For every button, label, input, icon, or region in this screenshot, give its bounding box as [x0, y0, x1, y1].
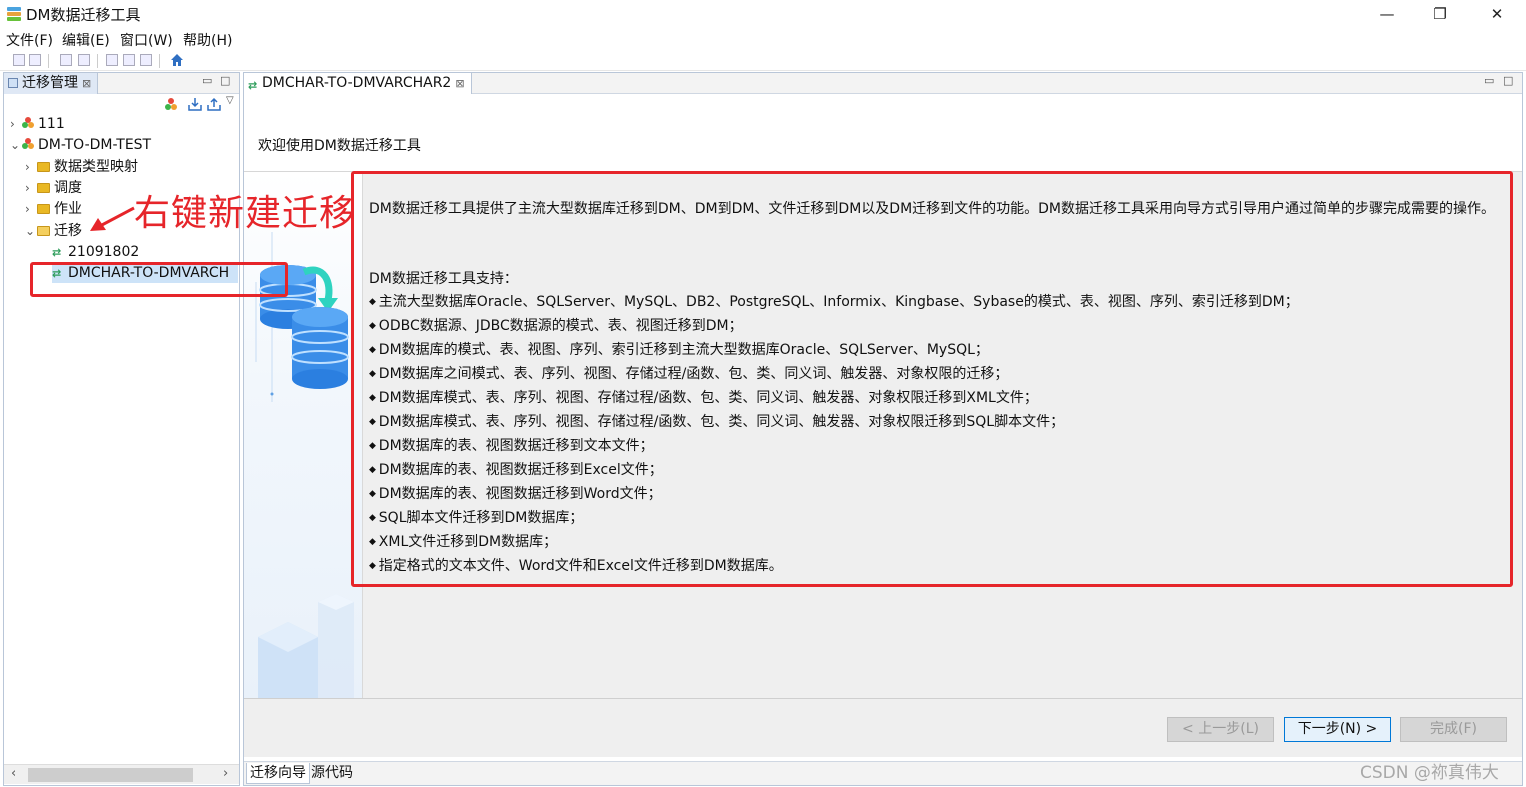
- folder-icon: [37, 183, 50, 193]
- project-icon: [22, 117, 34, 129]
- toolbar-separator: [159, 54, 160, 68]
- watermark-text: CSDN @祢真伟大: [1360, 763, 1499, 783]
- close-icon[interactable]: ⊠: [82, 77, 91, 90]
- tree-item-project-111[interactable]: › 111: [10, 114, 65, 134]
- close-button[interactable]: ✕: [1474, 2, 1520, 28]
- save-all-icon[interactable]: [29, 54, 41, 66]
- cut-icon[interactable]: [106, 54, 118, 66]
- tree-item-label: 21091802: [68, 244, 140, 260]
- next-button[interactable]: 下一步(N) >: [1284, 717, 1391, 742]
- import-icon[interactable]: [188, 97, 202, 111]
- menu-edit[interactable]: 编辑(E): [62, 30, 110, 50]
- tree-item-label: 迁移: [54, 223, 82, 239]
- maximize-icon[interactable]: □: [1503, 74, 1513, 87]
- scroll-left-icon[interactable]: ‹: [11, 766, 16, 781]
- panel-toolbar: ▽: [4, 94, 239, 114]
- tree-item-datatype-mapping[interactable]: › 数据类型映射: [25, 157, 138, 177]
- folder-icon: [37, 162, 50, 172]
- tab-source-code[interactable]: 源代码: [308, 763, 356, 784]
- save-icon[interactable]: [13, 54, 25, 66]
- tree-item-label: DM-TO-DM-TEST: [38, 137, 152, 153]
- menu-file[interactable]: 文件(F): [6, 30, 53, 50]
- scrollbar-thumb[interactable]: [28, 768, 193, 782]
- migration-manager-panel: 迁移管理 ⊠ ▭ □ ▽ › 111 ⌄ DM-TO-DM-TEST › 数据类型映射 …: [3, 72, 240, 786]
- tab-migration-manager[interactable]: 迁移管理 ⊠: [4, 73, 99, 94]
- panel-icon: [8, 78, 18, 88]
- annotation-arrow-icon: [90, 206, 135, 231]
- minimize-icon[interactable]: ▭: [1484, 74, 1494, 87]
- window-title: DM数据迁移工具: [26, 6, 141, 24]
- tree-item-job[interactable]: › 作业: [25, 199, 82, 219]
- menu-bar: 文件(F) 编辑(E) 窗口(W) 帮助(H): [0, 28, 1526, 50]
- tree-item-label: 调度: [54, 180, 82, 196]
- new-project-icon[interactable]: [164, 97, 178, 111]
- prev-button[interactable]: < 上一步(L): [1167, 717, 1274, 742]
- undo-icon[interactable]: [60, 54, 72, 66]
- tab-dmchar-to-dmvarchar2[interactable]: ⇄ DMCHAR-TO-DMVARCHAR2 ⊠: [244, 73, 472, 94]
- title-bar: DM数据迁移工具 — ❐ ✕: [0, 0, 1526, 28]
- annotation-label: 右键新建迁移: [134, 193, 357, 234]
- tree-item-migration-folder[interactable]: ⌄ 迁移: [25, 221, 82, 241]
- chevron-right-icon[interactable]: ›: [25, 157, 37, 177]
- wizard-header-title: 欢迎使用DM数据迁移工具: [258, 138, 421, 154]
- left-tab-bar: 迁移管理 ⊠ ▭ □: [4, 73, 239, 94]
- menu-window[interactable]: 窗口(W): [120, 30, 173, 50]
- annotation-highlight-box: [351, 171, 1513, 587]
- tree-item-schedule[interactable]: › 调度: [25, 178, 82, 198]
- wizard-side-art: [244, 172, 362, 698]
- minimize-button[interactable]: —: [1364, 2, 1410, 28]
- editor-tab-bar: ⇄ DMCHAR-TO-DMVARCHAR2 ⊠ ▭ □: [244, 73, 1522, 94]
- horizontal-scrollbar[interactable]: ‹ ›: [4, 764, 239, 784]
- chevron-down-icon[interactable]: ⌄: [25, 221, 37, 241]
- paste-icon[interactable]: [140, 54, 152, 66]
- tab-label: DMCHAR-TO-DMVARCHAR2: [262, 75, 452, 91]
- close-icon[interactable]: ⊠: [455, 77, 464, 90]
- folder-icon: [37, 204, 50, 214]
- minimize-icon[interactable]: ▭: [202, 74, 212, 87]
- toolbar: [0, 51, 1526, 71]
- folder-open-icon: [37, 226, 50, 236]
- tree-item-label: 数据类型映射: [54, 159, 138, 175]
- home-icon[interactable]: [170, 53, 184, 67]
- chevron-right-icon[interactable]: ›: [25, 199, 37, 219]
- project-icon: [22, 138, 34, 150]
- scroll-right-icon[interactable]: ›: [223, 766, 228, 781]
- tree-item-label: 作业: [54, 201, 82, 217]
- tab-migration-wizard[interactable]: 迁移向导: [246, 763, 310, 784]
- migration-icon: ⇄: [52, 246, 62, 259]
- tree-item-project-dm-to-dm-test[interactable]: ⌄ DM-TO-DM-TEST: [10, 135, 151, 155]
- copy-icon[interactable]: [123, 54, 135, 66]
- migration-icon: ⇄: [248, 79, 258, 92]
- finish-button[interactable]: 完成(F): [1400, 717, 1507, 742]
- view-menu-icon[interactable]: ▽: [226, 95, 234, 106]
- maximize-icon[interactable]: □: [220, 74, 230, 87]
- tree-item-label: 111: [38, 116, 65, 132]
- chevron-down-icon[interactable]: ⌄: [10, 135, 22, 155]
- chevron-right-icon[interactable]: ›: [25, 178, 37, 198]
- menu-help[interactable]: 帮助(H): [183, 30, 232, 50]
- restore-button[interactable]: ❐: [1417, 2, 1463, 28]
- database-migration-illustration: [255, 232, 354, 698]
- toolbar-separator: [97, 54, 98, 68]
- export-icon[interactable]: [207, 97, 221, 111]
- annotation-highlight-box: [30, 262, 288, 297]
- tab-label: 迁移管理: [22, 75, 78, 91]
- bottom-tab-bar: 迁移向导 源代码: [244, 761, 1522, 785]
- chevron-right-icon[interactable]: ›: [10, 114, 22, 134]
- redo-icon[interactable]: [78, 54, 90, 66]
- app-icon: [7, 7, 21, 21]
- tree-item-migration-21091802[interactable]: ⇄ 21091802: [52, 242, 139, 262]
- toolbar-separator: [48, 54, 49, 68]
